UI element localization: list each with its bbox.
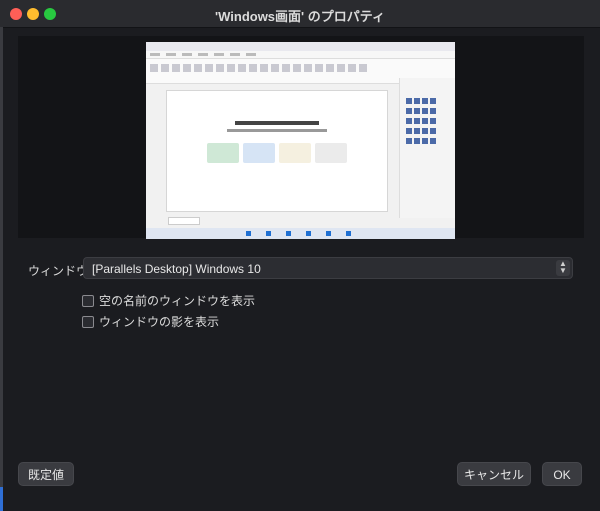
ok-button[interactable]: OK [542,462,582,486]
window-select-value: [Parallels Desktop] Windows 10 [92,262,261,276]
updown-chevron-icon[interactable]: ▲ ▼ [556,260,570,276]
show-empty-title-checkbox[interactable] [82,294,94,307]
show-empty-title-option[interactable]: 空の名前のウィンドウを表示 [82,292,255,309]
window-label: ウィンドウ [28,264,89,278]
show-shadow-checkbox[interactable] [82,315,94,328]
background-window-edge [0,27,3,511]
title-bar: 'Windows画面' のプロパティ [0,0,600,28]
defaults-button[interactable]: 既定値 [18,462,74,486]
window-select[interactable]: [Parallels Desktop] Windows 10 ▲ ▼ [83,257,573,279]
show-empty-title-label: 空の名前のウィンドウを表示 [99,294,256,308]
window-title: 'Windows画面' のプロパティ [215,9,385,24]
show-shadow-label: ウィンドウの影を表示 [99,315,220,329]
captured-window-thumbnail [146,42,455,239]
cancel-button[interactable]: キャンセル [457,462,531,486]
show-shadow-option[interactable]: ウィンドウの影を表示 [82,313,219,330]
